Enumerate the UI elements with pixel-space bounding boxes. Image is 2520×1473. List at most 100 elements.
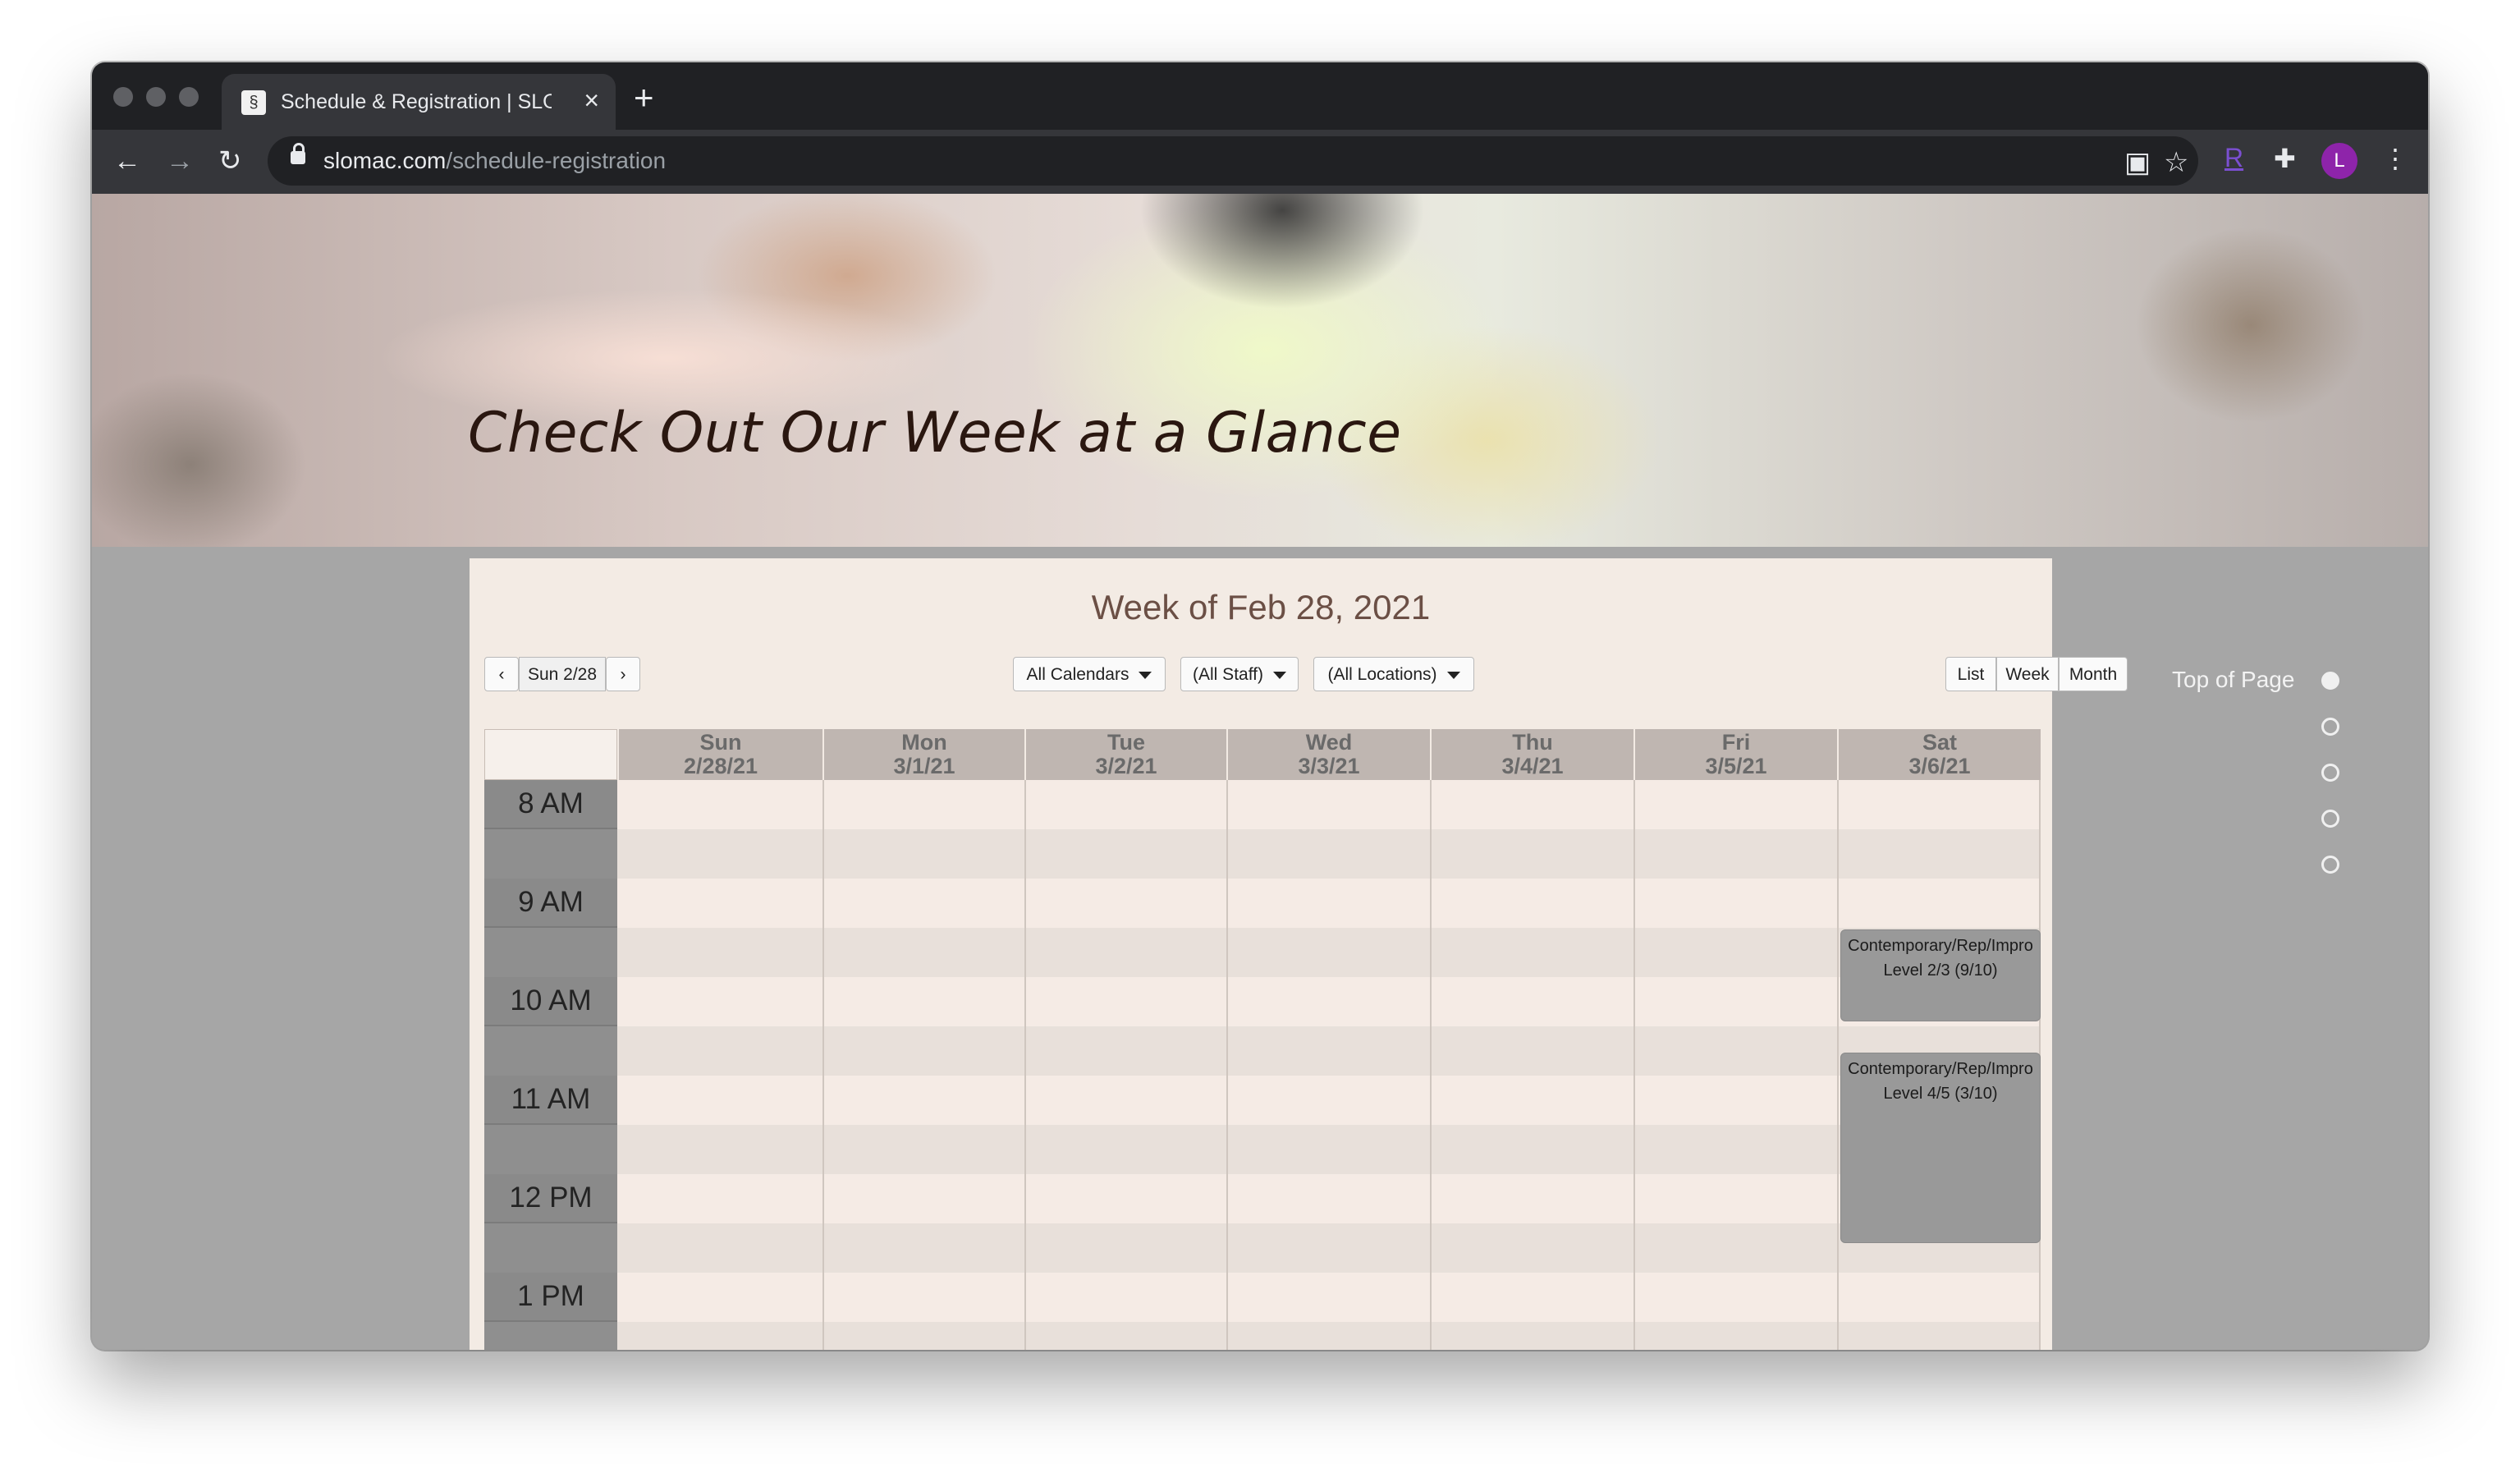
day-header-mon: Mon 3/1/21 bbox=[824, 729, 1024, 780]
hour-label-11am: 11 AM bbox=[484, 1076, 617, 1125]
hour-label-1pm: 1 PM bbox=[484, 1273, 617, 1322]
class-event[interactable]: Contemporary/Rep/Impro Level 4/5 (3/10) bbox=[1840, 1053, 2041, 1243]
date-picker-button[interactable]: Sun 2/28 bbox=[519, 657, 606, 691]
section-dot[interactable] bbox=[2321, 718, 2339, 736]
time-slot[interactable] bbox=[617, 1076, 2041, 1125]
section-dot[interactable] bbox=[2321, 856, 2339, 874]
day-name: Wed bbox=[1305, 730, 1353, 755]
day-date: 2/28/21 bbox=[683, 754, 758, 778]
caret-down-icon bbox=[1272, 671, 1286, 679]
reload-icon[interactable]: ↻ bbox=[218, 145, 242, 177]
hero-title: Check Out Our Week at a Glance bbox=[468, 401, 1402, 466]
top-of-page-label[interactable]: Top of Page bbox=[2172, 667, 2294, 693]
time-slot[interactable] bbox=[617, 1273, 2041, 1322]
time-slot[interactable] bbox=[617, 1223, 2041, 1273]
day-date: 3/5/21 bbox=[1705, 754, 1767, 778]
view-week-button[interactable]: Week bbox=[1996, 657, 2059, 691]
day-header-sat: Sat 3/6/21 bbox=[1839, 729, 2041, 780]
chevron-right-icon: › bbox=[620, 665, 626, 684]
url-path: /schedule-registration bbox=[446, 148, 667, 173]
hero-photo-shade bbox=[1093, 194, 1471, 350]
forward-arrow-icon[interactable]: → bbox=[166, 145, 194, 177]
qr-code-icon[interactable]: ▣ bbox=[2124, 146, 2151, 179]
time-column bbox=[484, 780, 617, 1350]
extensions-puzzle-icon[interactable]: ✚ bbox=[2274, 143, 2296, 174]
minimize-window-button[interactable] bbox=[146, 87, 166, 107]
time-slot[interactable] bbox=[617, 780, 2041, 829]
tab-title: Schedule & Registration | SLO bbox=[281, 90, 552, 113]
day-header-sun: Sun 2/28/21 bbox=[619, 729, 822, 780]
column-divider bbox=[1837, 780, 1839, 1350]
time-slot[interactable] bbox=[617, 928, 2041, 977]
prev-week-button[interactable]: ‹ bbox=[484, 657, 519, 691]
profile-avatar[interactable]: L bbox=[2321, 143, 2357, 179]
maximize-window-button[interactable] bbox=[179, 87, 199, 107]
back-arrow-icon[interactable]: ← bbox=[113, 145, 141, 177]
day-header-tue: Tue 3/2/21 bbox=[1026, 729, 1226, 780]
event-title: Contemporary/Rep/Impro bbox=[1848, 937, 2033, 955]
calendars-dropdown-label: All Calendars bbox=[1026, 665, 1129, 684]
page-content: Check Out Our Week at a Glance Week of F… bbox=[92, 194, 2428, 1350]
kebab-menu-icon[interactable]: ⋮ bbox=[2382, 143, 2408, 174]
browser-toolbar: ← → ↻ slomac.com/schedule-registration ▣… bbox=[92, 130, 2428, 194]
hour-label-10am: 10 AM bbox=[484, 977, 617, 1026]
column-divider bbox=[1430, 780, 1432, 1350]
time-slot[interactable] bbox=[617, 1322, 2041, 1350]
event-detail: Level 4/5 (3/10) bbox=[1883, 1085, 1998, 1103]
new-tab-icon[interactable]: + bbox=[634, 80, 654, 115]
section-dot[interactable] bbox=[2321, 810, 2339, 828]
day-header-wed: Wed 3/3/21 bbox=[1228, 729, 1430, 780]
time-slot[interactable] bbox=[617, 1026, 2041, 1076]
staff-dropdown[interactable]: (All Staff) bbox=[1180, 657, 1299, 691]
staff-dropdown-label: (All Staff) bbox=[1193, 665, 1263, 684]
day-name: Fri bbox=[1721, 730, 1751, 755]
day-name: Sat bbox=[1922, 730, 1958, 755]
section-dot-active[interactable] bbox=[2321, 672, 2339, 690]
browser-window: § Schedule & Registration | SLO × + ← → … bbox=[92, 62, 2428, 1350]
extension-r-icon[interactable]: R bbox=[2224, 143, 2243, 173]
address-bar[interactable]: slomac.com/schedule-registration ▣ ☆ bbox=[268, 136, 2198, 186]
week-heading: Week of Feb 28, 2021 bbox=[1091, 588, 1431, 626]
column-divider bbox=[822, 780, 824, 1350]
day-name: Mon bbox=[901, 730, 947, 755]
bookmark-star-icon[interactable]: ☆ bbox=[2164, 146, 2188, 179]
time-slot[interactable] bbox=[617, 829, 2041, 879]
chevron-left-icon: ‹ bbox=[498, 665, 505, 684]
hour-label-9am: 9 AM bbox=[484, 879, 617, 928]
grid-corner bbox=[484, 729, 617, 780]
hero-banner: Check Out Our Week at a Glance bbox=[92, 194, 2428, 547]
column-divider bbox=[1024, 780, 1026, 1350]
event-detail: Level 2/3 (9/10) bbox=[1883, 961, 1998, 980]
close-window-button[interactable] bbox=[113, 87, 133, 107]
day-header-fri: Fri 3/5/21 bbox=[1635, 729, 1837, 780]
caret-down-icon bbox=[1139, 671, 1152, 679]
column-divider bbox=[1633, 780, 1635, 1350]
tab-close-icon[interactable]: × bbox=[584, 85, 599, 116]
locations-dropdown-label: (All Locations) bbox=[1327, 665, 1437, 684]
locations-dropdown[interactable]: (All Locations) bbox=[1313, 657, 1474, 691]
hour-label-12pm: 12 PM bbox=[484, 1174, 617, 1223]
browser-titlebar: § Schedule & Registration | SLO × + bbox=[92, 62, 2428, 130]
day-name: Tue bbox=[1107, 730, 1145, 755]
time-slot[interactable] bbox=[617, 1125, 2041, 1174]
site-favicon-icon: § bbox=[241, 90, 266, 115]
view-list-button[interactable]: List bbox=[1945, 657, 1996, 691]
time-slot[interactable] bbox=[617, 977, 2041, 1026]
time-slot[interactable] bbox=[617, 879, 2041, 928]
calendars-dropdown[interactable]: All Calendars bbox=[1013, 657, 1166, 691]
day-name: Sun bbox=[699, 730, 742, 755]
browser-tab[interactable]: § Schedule & Registration | SLO × bbox=[222, 74, 616, 130]
day-name: Thu bbox=[1512, 730, 1553, 755]
url-host: slomac.com bbox=[323, 148, 447, 173]
time-slot[interactable] bbox=[617, 1174, 2041, 1223]
day-date: 3/6/21 bbox=[1908, 754, 1971, 778]
day-date: 3/3/21 bbox=[1298, 754, 1360, 778]
next-week-button[interactable]: › bbox=[606, 657, 640, 691]
caret-down-icon bbox=[1446, 671, 1460, 679]
class-event[interactable]: Contemporary/Rep/Impro Level 2/3 (9/10) bbox=[1840, 929, 2041, 1021]
event-title: Contemporary/Rep/Impro bbox=[1848, 1060, 2033, 1078]
day-date: 3/2/21 bbox=[1095, 754, 1157, 778]
section-dot[interactable] bbox=[2321, 764, 2339, 782]
day-header-thu: Thu 3/4/21 bbox=[1432, 729, 1633, 780]
view-month-button[interactable]: Month bbox=[2059, 657, 2128, 691]
